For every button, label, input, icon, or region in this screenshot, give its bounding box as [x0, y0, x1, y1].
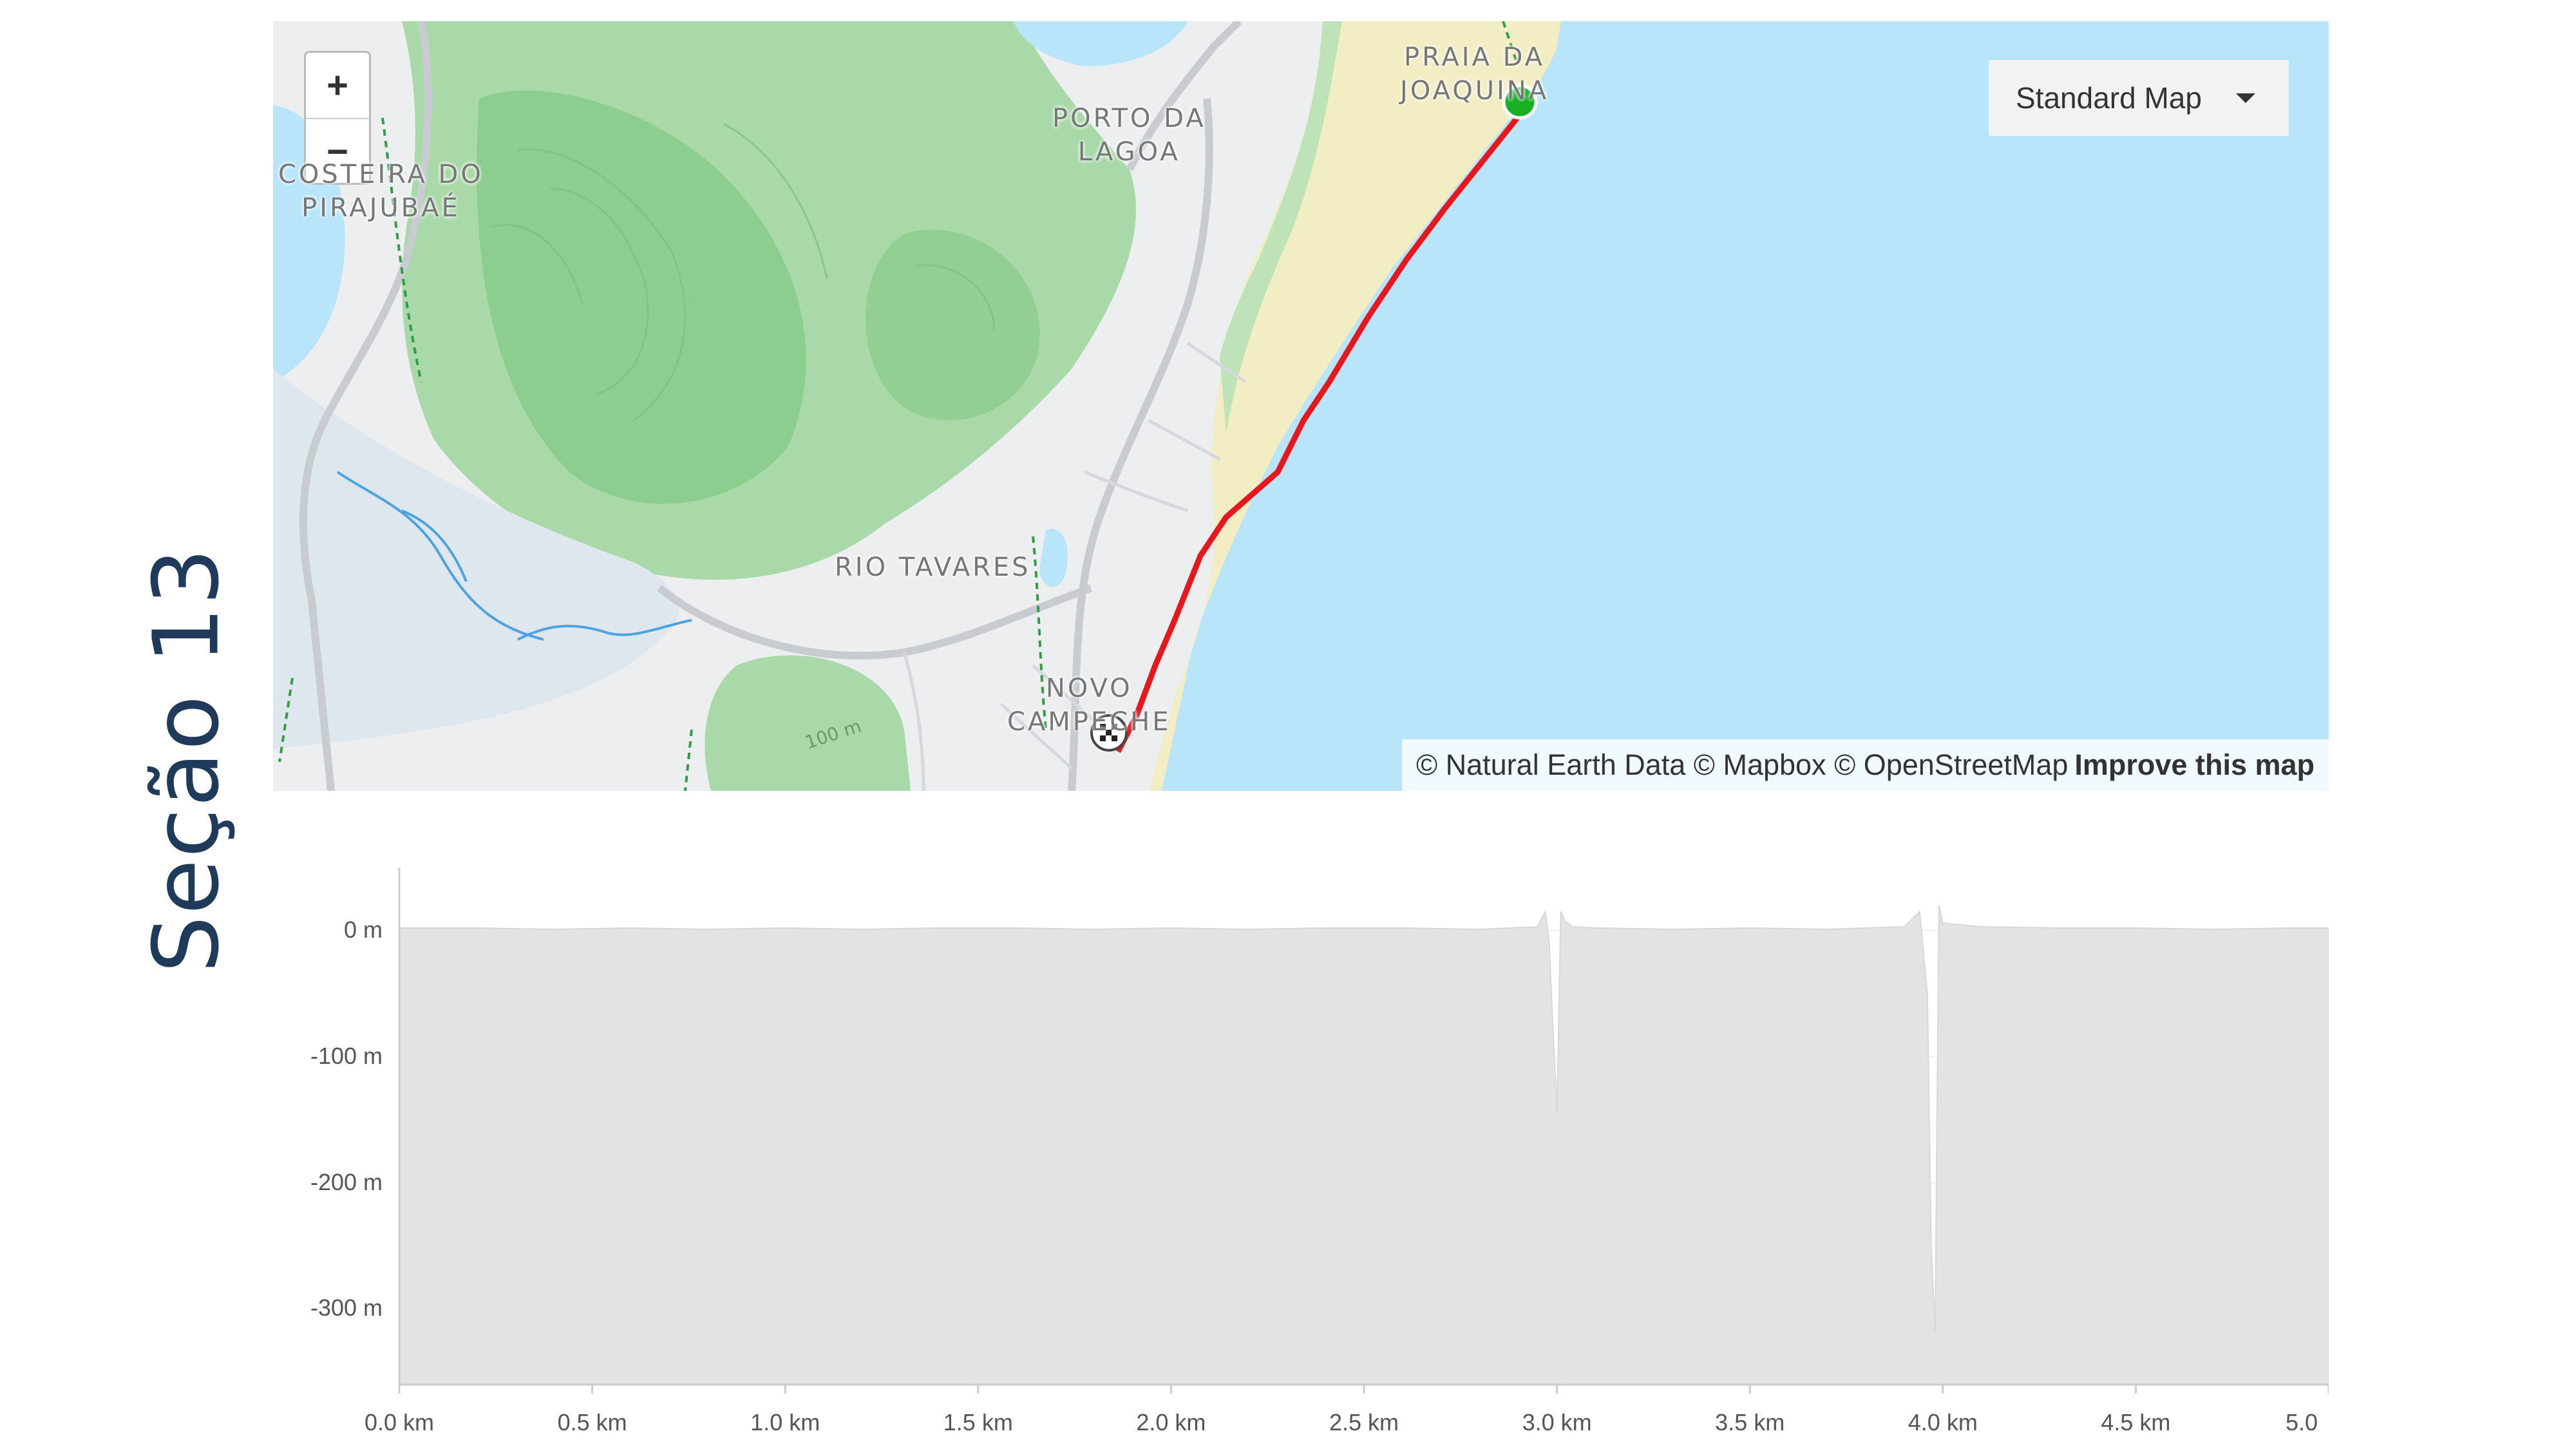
x-tick-label: 5.0 [2285, 1409, 2318, 1435]
caret-down-icon [2236, 93, 2255, 103]
elevation-plot [398, 867, 2329, 1394]
x-tick-label: 4.5 km [2101, 1409, 2171, 1435]
y-tick-label: 0 m [343, 916, 383, 943]
y-tick-label: -300 m [310, 1294, 383, 1321]
place-label-costeira-do-pirajubae: COSTEIRA DO PIRAJUBAÉ [278, 160, 484, 223]
x-tick-label: 2.0 km [1136, 1409, 1206, 1435]
x-tick-label: 3.0 km [1522, 1409, 1592, 1435]
x-tick-label: 2.5 km [1329, 1409, 1399, 1435]
zoom-in-button[interactable]: + [306, 53, 369, 118]
map-type-dropdown[interactable]: Standard Map [1989, 60, 2289, 136]
place-label-rio-tavares: RIO TAVARES [835, 553, 1031, 582]
x-tick-label: 4.0 km [1908, 1409, 1978, 1435]
y-tick-label: -200 m [310, 1168, 383, 1195]
attribution-text[interactable]: © Natural Earth Data © Mapbox © OpenStre… [1416, 748, 2068, 782]
place-label-praia-da-joaquina: PRAIA DA JOAQUINA [1400, 43, 1549, 106]
place-label-novo-campeche: NOVO CAMPECHE [1007, 674, 1171, 737]
x-tick-label: 3.5 km [1715, 1409, 1785, 1435]
slide-title: Seção 13 [122, 515, 251, 1005]
y-tick-label: -100 m [310, 1042, 383, 1069]
map-type-label: Standard Map [2016, 81, 2202, 115]
elevation-area [399, 905, 2329, 1385]
elevation-chart[interactable]: 0 m -100 m -200 m -300 m 0.0 km 0.5 km 1.0 km… [273, 831, 2329, 1449]
x-tick-label: 0.0 km [364, 1409, 435, 1435]
map-attribution: © Natural Earth Data © Mapbox © OpenStre… [1401, 739, 2329, 791]
x-tick-label: 1.5 km [943, 1409, 1013, 1435]
x-tick-label: 1.0 km [750, 1409, 820, 1435]
improve-map-link[interactable]: Improve this map [2074, 748, 2315, 782]
place-label-porto-da-lagoa: PORTO DA LAGOA [1052, 104, 1206, 167]
route-map[interactable]: 100 m + − PRAIA DA JOAQUINA PORTO DA LAG… [273, 21, 2329, 791]
slide-title-text: Seção 13 [134, 546, 240, 974]
x-tick-label: 0.5 km [557, 1409, 627, 1435]
map-base-layer: 100 m [273, 21, 1593, 791]
